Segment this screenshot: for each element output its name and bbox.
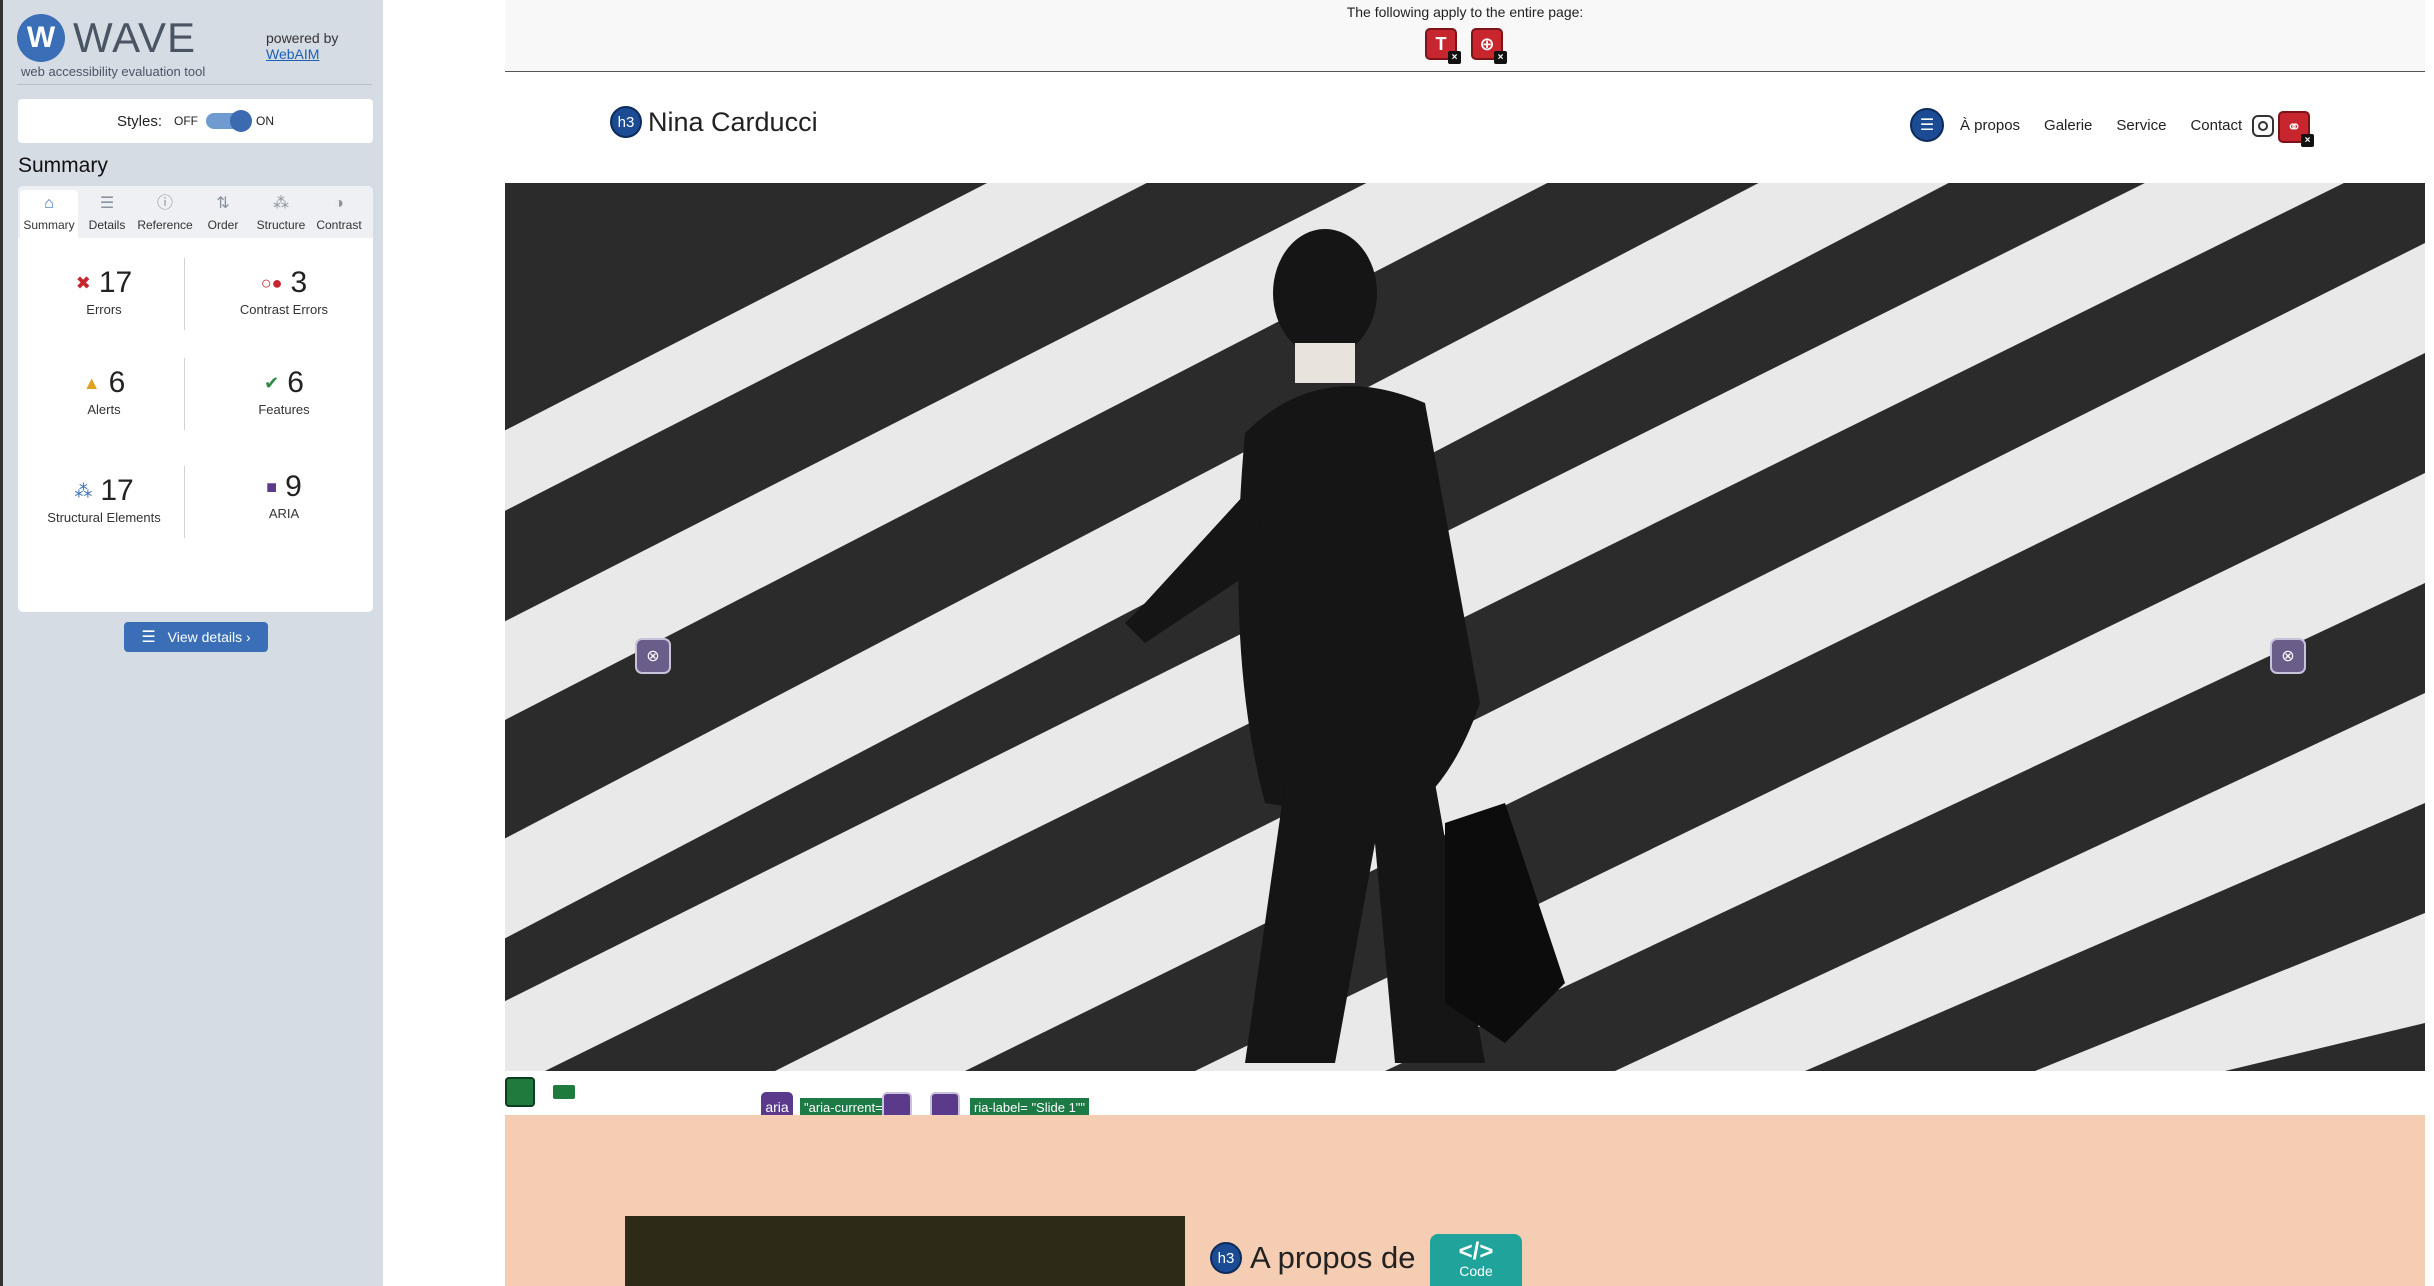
order-icon: ⇅ — [216, 195, 230, 212]
styles-off-label: OFF — [174, 114, 198, 128]
crosswalk-image — [505, 183, 2425, 1071]
carousel-next-button[interactable]: ⊗ — [2270, 638, 2306, 674]
wave-subtitle: web accessibility evaluation tool — [21, 64, 206, 79]
summary-heading: Summary — [18, 154, 108, 177]
tab-summary[interactable]: ⌂ Summary — [20, 190, 78, 238]
alerts-label: Alerts — [87, 402, 121, 417]
list-icon[interactable]: ☰ — [1910, 108, 1944, 142]
powered-by: powered by WebAIM — [266, 30, 338, 62]
tab-bar: ⌂ Summary ☰ Details ⓘ Reference ⇅ Order ⁂ Str… — [18, 186, 373, 238]
tab-label: Summary — [23, 218, 75, 232]
wave-logo-icon: W — [17, 14, 65, 62]
stat-features[interactable]: ✔ 6 Features — [204, 366, 364, 417]
tab-label: Structure — [256, 218, 306, 232]
code-badge[interactable]: </> Code — [1430, 1234, 1522, 1286]
nav-item-galerie[interactable]: Galerie — [2044, 117, 2092, 134]
info-icon: ⓘ — [156, 195, 173, 212]
contrast-icon: ◑ — [334, 195, 344, 212]
brand-name: Nina Carducci — [648, 106, 818, 137]
list-icon: ☰ — [99, 195, 115, 212]
page-notice-bar: The following apply to the entire page: … — [505, 0, 2425, 72]
nav-item-a-propos[interactable]: À propos — [1960, 117, 2020, 134]
stat-contrast[interactable]: ○● 3 Contrast Errors — [204, 266, 364, 317]
tab-label: Contrast — [316, 218, 362, 232]
close-icon: × — [1494, 51, 1507, 64]
view-details-label: View details › — [167, 629, 251, 645]
structural-count: 17 — [100, 474, 134, 507]
home-icon: ⌂ — [44, 195, 54, 212]
evaluated-page: The following apply to the entire page: … — [505, 0, 2434, 1286]
alert-icon: ▲ — [82, 372, 101, 393]
site-brand: h3 Nina Carducci — [610, 106, 818, 138]
close-icon: × — [2301, 134, 2314, 147]
aria-icon: ■ — [266, 476, 278, 497]
empty-link-error-icon[interactable]: ⚭ × — [2278, 111, 2314, 147]
styles-label: Styles: — [116, 112, 162, 130]
summary-grid: ✖ 17 Errors ○● 3 Contrast Errors ▲ 6 Alerts… — [18, 238, 373, 652]
powered-by-text: powered by — [266, 30, 339, 46]
carousel-prev-button[interactable]: ⊗ — [635, 638, 671, 674]
hero-carousel: ⊗ ⊗ — [505, 183, 2425, 1071]
tab-details[interactable]: ☰ Details — [78, 190, 136, 238]
tab-reference[interactable]: ⓘ Reference — [136, 190, 194, 238]
grid-divider — [184, 258, 185, 330]
features-label: Features — [258, 402, 310, 417]
h3-badge[interactable]: h3 — [610, 106, 642, 138]
about-title: A propos de — [1250, 1240, 1416, 1275]
structure-icon: ⁂ — [74, 480, 93, 501]
stat-alerts[interactable]: ▲ 6 Alerts — [24, 366, 184, 417]
language-error-icon[interactable]: ⊕ × — [1471, 28, 1507, 64]
grid-divider — [184, 358, 185, 430]
close-icon: × — [1448, 51, 1461, 64]
tab-label: Reference — [137, 218, 193, 232]
tab-contrast[interactable]: ◑ Contrast — [310, 190, 368, 238]
wave-sidebar: W WAVE web accessibility evaluation tool… — [0, 0, 383, 1286]
styles-toggle-box: Styles: OFF ON — [18, 99, 373, 143]
stat-structural[interactable]: ⁂ 17 Structural Elements — [24, 474, 184, 525]
contrast-label: Contrast Errors — [239, 302, 329, 317]
feature-icon: ✔ — [264, 372, 280, 393]
image-feature-icon[interactable] — [505, 1077, 535, 1107]
instagram-icon[interactable] — [2252, 115, 2274, 137]
page-notice-text: The following apply to the entire page: — [1346, 4, 1584, 20]
stat-errors[interactable]: ✖ 17 Errors — [24, 266, 184, 317]
carousel-feature-icon[interactable] — [553, 1085, 575, 1099]
stat-aria[interactable]: ■ 9 ARIA — [204, 470, 364, 521]
sidebar-divider — [17, 84, 372, 85]
view-details-button[interactable]: ☰ View details › — [124, 622, 268, 652]
nav-item-contact[interactable]: Contact — [2190, 117, 2242, 134]
page-title-error-icon[interactable]: T × — [1425, 28, 1461, 64]
webaim-link[interactable]: WebAIM — [266, 46, 338, 62]
errors-label: Errors — [86, 302, 122, 317]
h3-badge[interactable]: h3 — [1210, 1242, 1242, 1274]
features-count: 6 — [287, 366, 304, 399]
structural-label: Structural Elements — [47, 510, 161, 525]
styles-toggle[interactable] — [206, 110, 252, 132]
wave-logo: W WAVE — [17, 14, 196, 62]
tab-label: Details — [88, 218, 126, 232]
nav-item-service[interactable]: Service — [2116, 117, 2166, 134]
error-icon: ✖ — [75, 272, 91, 293]
contrast-error-icon: ○● — [260, 272, 283, 293]
aria-count: 9 — [285, 470, 302, 503]
list-icon: ☰ — [141, 629, 156, 646]
tab-structure[interactable]: ⁂ Structure — [252, 190, 310, 238]
code-icon: </> — [1458, 1238, 1494, 1265]
code-label: Code — [1459, 1263, 1493, 1279]
wave-title: WAVE — [73, 14, 197, 61]
contrast-count: 3 — [290, 266, 308, 299]
summary-panel: ⌂ Summary ☰ Details ⓘ Reference ⇅ Order ⁂ Str… — [18, 186, 373, 652]
about-heading: h3 A propos de — [1210, 1240, 1415, 1276]
errors-count: 17 — [98, 266, 133, 299]
tab-label: Order — [207, 218, 239, 232]
site-nav: ☰ À propos Galerie Service Contact — [1910, 108, 2266, 142]
aria-label: ARIA — [268, 506, 300, 521]
styles-on-label: ON — [256, 114, 274, 128]
grid-divider — [184, 466, 185, 538]
structure-icon: ⁂ — [273, 195, 289, 212]
alerts-count: 6 — [108, 366, 126, 399]
tab-order[interactable]: ⇅ Order — [194, 190, 252, 238]
portrait-image — [625, 1216, 1185, 1286]
